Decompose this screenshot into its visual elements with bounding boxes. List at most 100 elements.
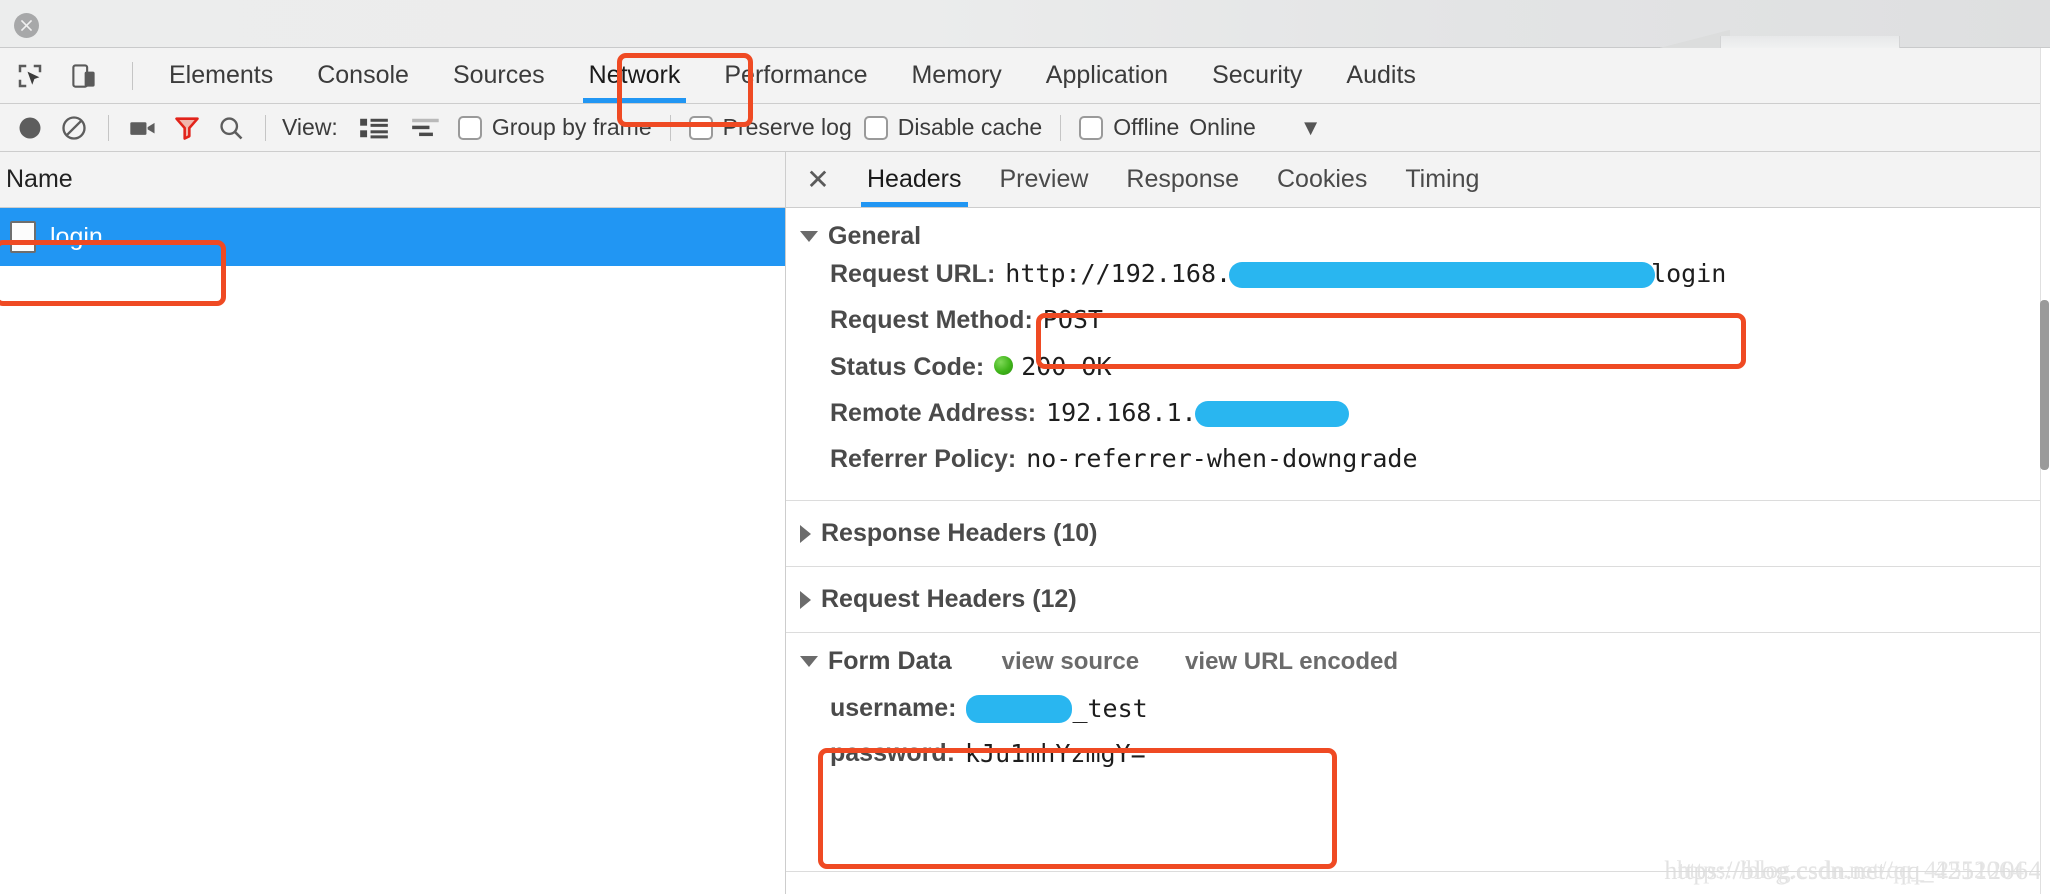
detail-tab-preview[interactable]: Preview [981,152,1108,207]
detail-tab-timing[interactable]: Timing [1386,152,1498,207]
response-headers-section: Response Headers (10) [786,501,2050,568]
general-row-request-method: Request Method: POST [830,297,2050,343]
response-headers-title: Response Headers (10) [821,519,1098,548]
view-source-link[interactable]: view source [1002,648,1139,676]
column-header-name: Name [6,165,73,193]
network-main-area: Name login ✕ Headers Preview Response Co… [0,152,2050,894]
list-view-icon[interactable] [354,111,394,145]
checkbox-box[interactable] [457,115,482,140]
chevron-down-icon[interactable]: ▼ [1300,115,1322,141]
offline-checkbox[interactable]: Offline [1079,114,1179,141]
window-title-bar [0,0,2050,48]
tab-audits-label: Audits [1346,61,1416,89]
clear-prohibited-icon[interactable] [52,108,96,148]
password-key: password: [830,739,956,768]
toolbar-divider [132,61,133,90]
disable-cache-label: Disable cache [897,114,1043,140]
waterfall-view-icon[interactable] [406,111,446,145]
chevron-down-icon [800,656,818,668]
detail-tab-timing-label: Timing [1405,165,1480,193]
detail-tab-response[interactable]: Response [1107,152,1258,207]
inspect-element-icon[interactable] [10,56,50,96]
tab-console-label: Console [317,61,409,89]
request-row-label: login [50,222,103,251]
detail-tab-cookies[interactable]: Cookies [1258,152,1386,207]
toggle-device-toolbar-icon[interactable] [64,56,104,96]
detail-tab-response-label: Response [1126,165,1239,193]
detail-tab-headers-label: Headers [867,165,962,193]
preserve-log-checkbox[interactable]: Preserve log [688,114,852,141]
detail-tab-headers[interactable]: Headers [848,152,981,207]
chevron-right-icon [800,524,811,543]
tab-elements[interactable]: Elements [147,48,295,103]
remote-address-prefix: 192.168.1. [1046,397,1197,427]
preserve-log-label: Preserve log [722,114,852,140]
redaction-mark [966,695,1073,724]
tab-security[interactable]: Security [1190,48,1324,103]
camera-icon[interactable] [121,108,165,148]
request-row-login[interactable]: login [0,208,785,266]
funnel-filter-icon[interactable] [165,108,209,148]
record-circle-icon[interactable] [8,108,52,148]
toolbar-divider [669,114,671,141]
request-list-header: Name [0,152,785,208]
toolbar-divider [108,114,109,141]
tab-memory[interactable]: Memory [889,48,1023,103]
redaction-mark [1194,400,1349,427]
referrer-policy-value: no-referrer-when-downgrade [1026,444,1418,473]
request-url-value: http://192.168. login [1005,258,1726,289]
tab-network[interactable]: Network [567,48,703,103]
request-url-key: Request URL: [830,260,996,288]
toolbar-divider [265,114,266,141]
request-method-key: Request Method: [830,306,1033,335]
remote-address-key: Remote Address: [830,398,1037,427]
devtools-tool-icons [0,56,147,96]
request-url-suffix: login [1651,259,1727,288]
disable-cache-checkbox[interactable]: Disable cache [863,114,1043,141]
checkbox-box[interactable] [1079,115,1104,140]
close-circle-icon[interactable] [14,13,39,38]
tab-sources[interactable]: Sources [431,48,567,103]
network-toolbar: View: Group by frame Preserve log Disabl… [0,104,2050,152]
view-url-encoded-link[interactable]: view URL encoded [1185,648,1398,676]
group-by-frame-checkbox[interactable]: Group by frame [457,114,652,141]
general-row-referrer-policy: Referrer Policy: no-referrer-when-downgr… [830,436,2050,482]
throttling-value[interactable]: Online [1189,114,1255,141]
close-x-icon[interactable]: ✕ [796,158,840,202]
view-label: View: [282,114,338,140]
status-code-value: 200 OK [994,351,1112,382]
tab-performance[interactable]: Performance [702,48,889,103]
devtools-tab-bar: Elements Console Sources Network Perform… [0,48,2050,104]
general-section-header[interactable]: General [800,222,2050,251]
checkbox-box[interactable] [688,115,713,140]
status-code-text: 200 OK [1021,351,1112,381]
form-data-row-username: username: _test [830,686,2050,731]
tab-audits[interactable]: Audits [1324,48,1437,103]
general-section: General Request URL: http://192.168. logi… [786,208,2050,502]
window-scrollbar-thumb[interactable] [2040,300,2049,470]
form-data-header[interactable]: Form Data view source view URL encoded [800,647,2050,676]
form-data-row-password: password: kJu1mhYzmgY= [830,731,2050,776]
tab-performance-label: Performance [724,61,868,89]
green-status-dot [994,355,1014,375]
checkbox-box[interactable] [863,115,888,140]
chevron-down-icon [800,231,818,242]
magnifier-search-icon[interactable] [209,108,253,148]
document-file-icon [10,221,36,253]
tab-console[interactable]: Console [295,48,431,103]
request-headers-header[interactable]: Request Headers (12) [800,585,2050,614]
form-data-title: Form Data [828,647,952,676]
content-bottom-rule [786,871,2050,872]
general-section-title: General [828,222,922,250]
general-row-remote-address: Remote Address: 192.168.1. [830,390,2050,436]
tab-application[interactable]: Application [1024,48,1190,103]
tab-elements-label: Elements [169,61,274,89]
window-scrollbar-track[interactable] [2040,48,2050,894]
offline-label: Offline [1113,114,1180,140]
general-row-request-url: Request URL: http://192.168. login [830,251,2050,297]
request-headers-title: Request Headers (12) [821,585,1077,614]
form-data-view-links: view source view URL encoded [1002,648,1444,676]
group-by-frame-label: Group by frame [491,114,652,140]
tab-network-label: Network [588,61,681,89]
response-headers-header[interactable]: Response Headers (10) [800,519,2050,548]
